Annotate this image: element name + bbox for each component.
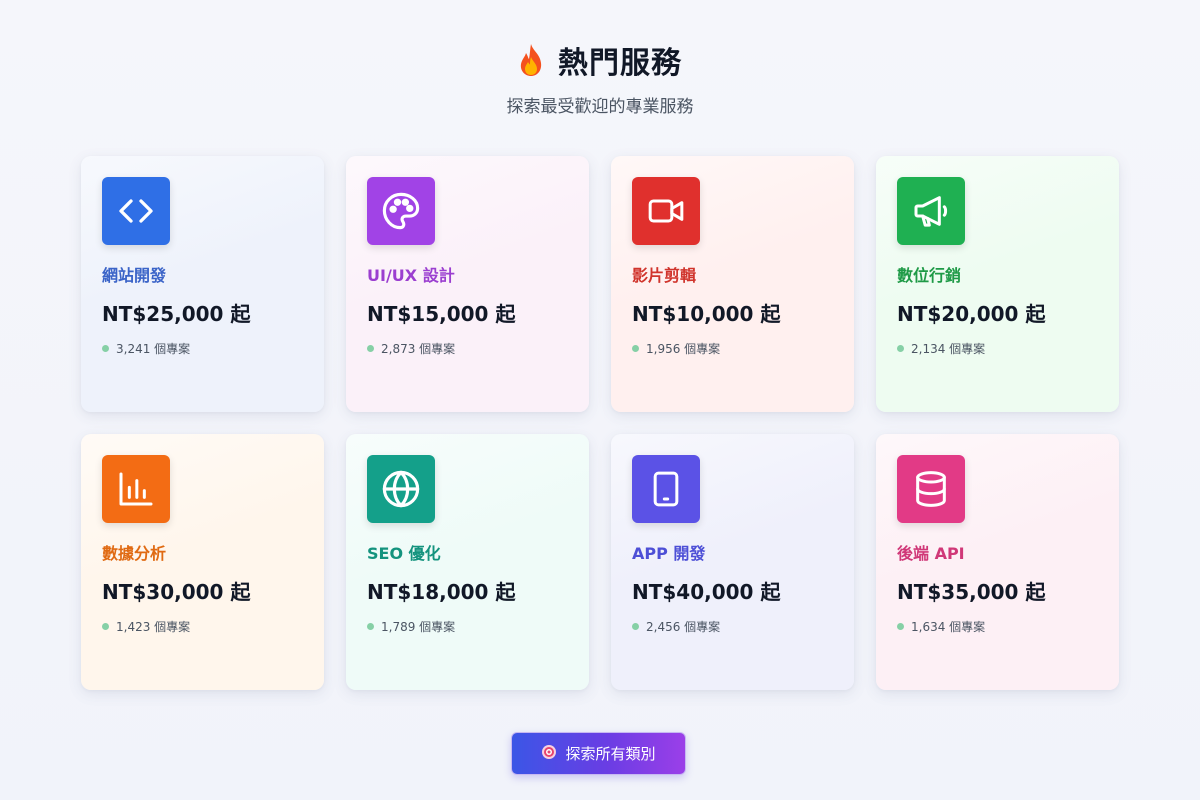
service-card-web-dev[interactable]: 網站開發 NT$25,000 起 3,241 個專案 [81,156,324,412]
service-name: APP 開發 [632,544,706,563]
status-dot [367,623,374,630]
project-count-text: 2,456 個專案 [646,620,721,634]
project-count-text: 1,423 個專案 [116,620,191,634]
service-price: NT$18,000 起 [367,580,516,604]
code-icon [119,199,153,223]
explore-all-categories-button[interactable]: 探索所有類別 [511,732,686,775]
service-name: 數據分析 [102,544,167,563]
service-card-app-dev[interactable]: APP 開發 NT$40,000 起 2,456 個專案 [611,434,854,690]
service-card-data-analysis[interactable]: 數據分析 NT$30,000 起 1,423 個專案 [81,434,324,690]
service-name: 數位行銷 [897,266,962,285]
service-price: NT$20,000 起 [897,302,1046,326]
status-dot [102,345,109,352]
project-count: 2,873 個專案 [367,340,568,357]
project-count: 1,423 個專案 [102,618,303,635]
fire-icon [518,43,544,77]
service-price: NT$10,000 起 [632,302,781,326]
project-count-text: 2,873 個專案 [381,342,456,356]
service-name: SEO 優化 [367,544,441,563]
service-name: 網站開發 [102,266,167,285]
icon-box [367,177,435,245]
service-card-digital-marketing[interactable]: 數位行銷 NT$20,000 起 2,134 個專案 [876,156,1119,412]
service-name: 影片剪輯 [632,266,697,285]
project-count: 2,456 個專案 [632,618,833,635]
status-dot [367,345,374,352]
service-card-seo[interactable]: SEO 優化 NT$18,000 起 1,789 個專案 [346,434,589,690]
target-icon [541,744,557,764]
service-card-ui-ux[interactable]: UI/UX 設計 NT$15,000 起 2,873 個專案 [346,156,589,412]
tablet-icon [653,471,679,507]
project-count-text: 1,789 個專案 [381,620,456,634]
database-icon [916,471,946,507]
project-count-text: 1,634 個專案 [911,620,986,634]
project-count-text: 3,241 個專案 [116,342,191,356]
service-card-video-editing[interactable]: 影片剪輯 NT$10,000 起 1,956 個專案 [611,156,854,412]
palette-icon [382,192,420,230]
status-dot [632,623,639,630]
service-price: NT$30,000 起 [102,580,251,604]
project-count: 1,634 個專案 [897,618,1098,635]
service-name: 後端 API [897,544,965,563]
project-count: 3,241 個專案 [102,340,303,357]
services-grid: 網站開發 NT$25,000 起 3,241 個專案 UI/UX 設計 NT$1… [81,156,1119,690]
service-price: NT$35,000 起 [897,580,1046,604]
icon-box [102,177,170,245]
status-dot [102,623,109,630]
icon-box [632,455,700,523]
icon-box [897,455,965,523]
service-price: NT$25,000 起 [102,302,251,326]
project-count-text: 1,956 個專案 [646,342,721,356]
page-subtitle: 探索最受歡迎的專業服務 [506,97,694,117]
service-price: NT$15,000 起 [367,302,516,326]
service-card-backend-api[interactable]: 後端 API NT$35,000 起 1,634 個專案 [876,434,1119,690]
status-dot [632,345,639,352]
project-count: 1,789 個專案 [367,618,568,635]
cta-label: 探索所有類別 [565,746,656,763]
service-price: NT$40,000 起 [632,580,781,604]
service-name: UI/UX 設計 [367,266,455,285]
status-dot [897,345,904,352]
project-count: 1,956 個專案 [632,340,833,357]
header: 熱門服務 探索最受歡迎的專業服務 [0,40,1200,117]
status-dot [897,623,904,630]
megaphone-icon [914,196,948,227]
globe-icon [382,470,420,508]
bar-chart-icon [119,472,153,506]
page-title: 熱門服務 [558,46,682,81]
popular-services-page: 熱門服務 探索最受歡迎的專業服務 網站開發 NT$25,000 起 3,241 … [0,0,1200,800]
icon-box [897,177,965,245]
project-count: 2,134 個專案 [897,340,1098,357]
icon-box [632,177,700,245]
icon-box [367,455,435,523]
project-count-text: 2,134 個專案 [911,342,986,356]
title-row: 熱門服務 [0,40,1200,81]
icon-box [102,455,170,523]
video-icon [648,199,684,223]
